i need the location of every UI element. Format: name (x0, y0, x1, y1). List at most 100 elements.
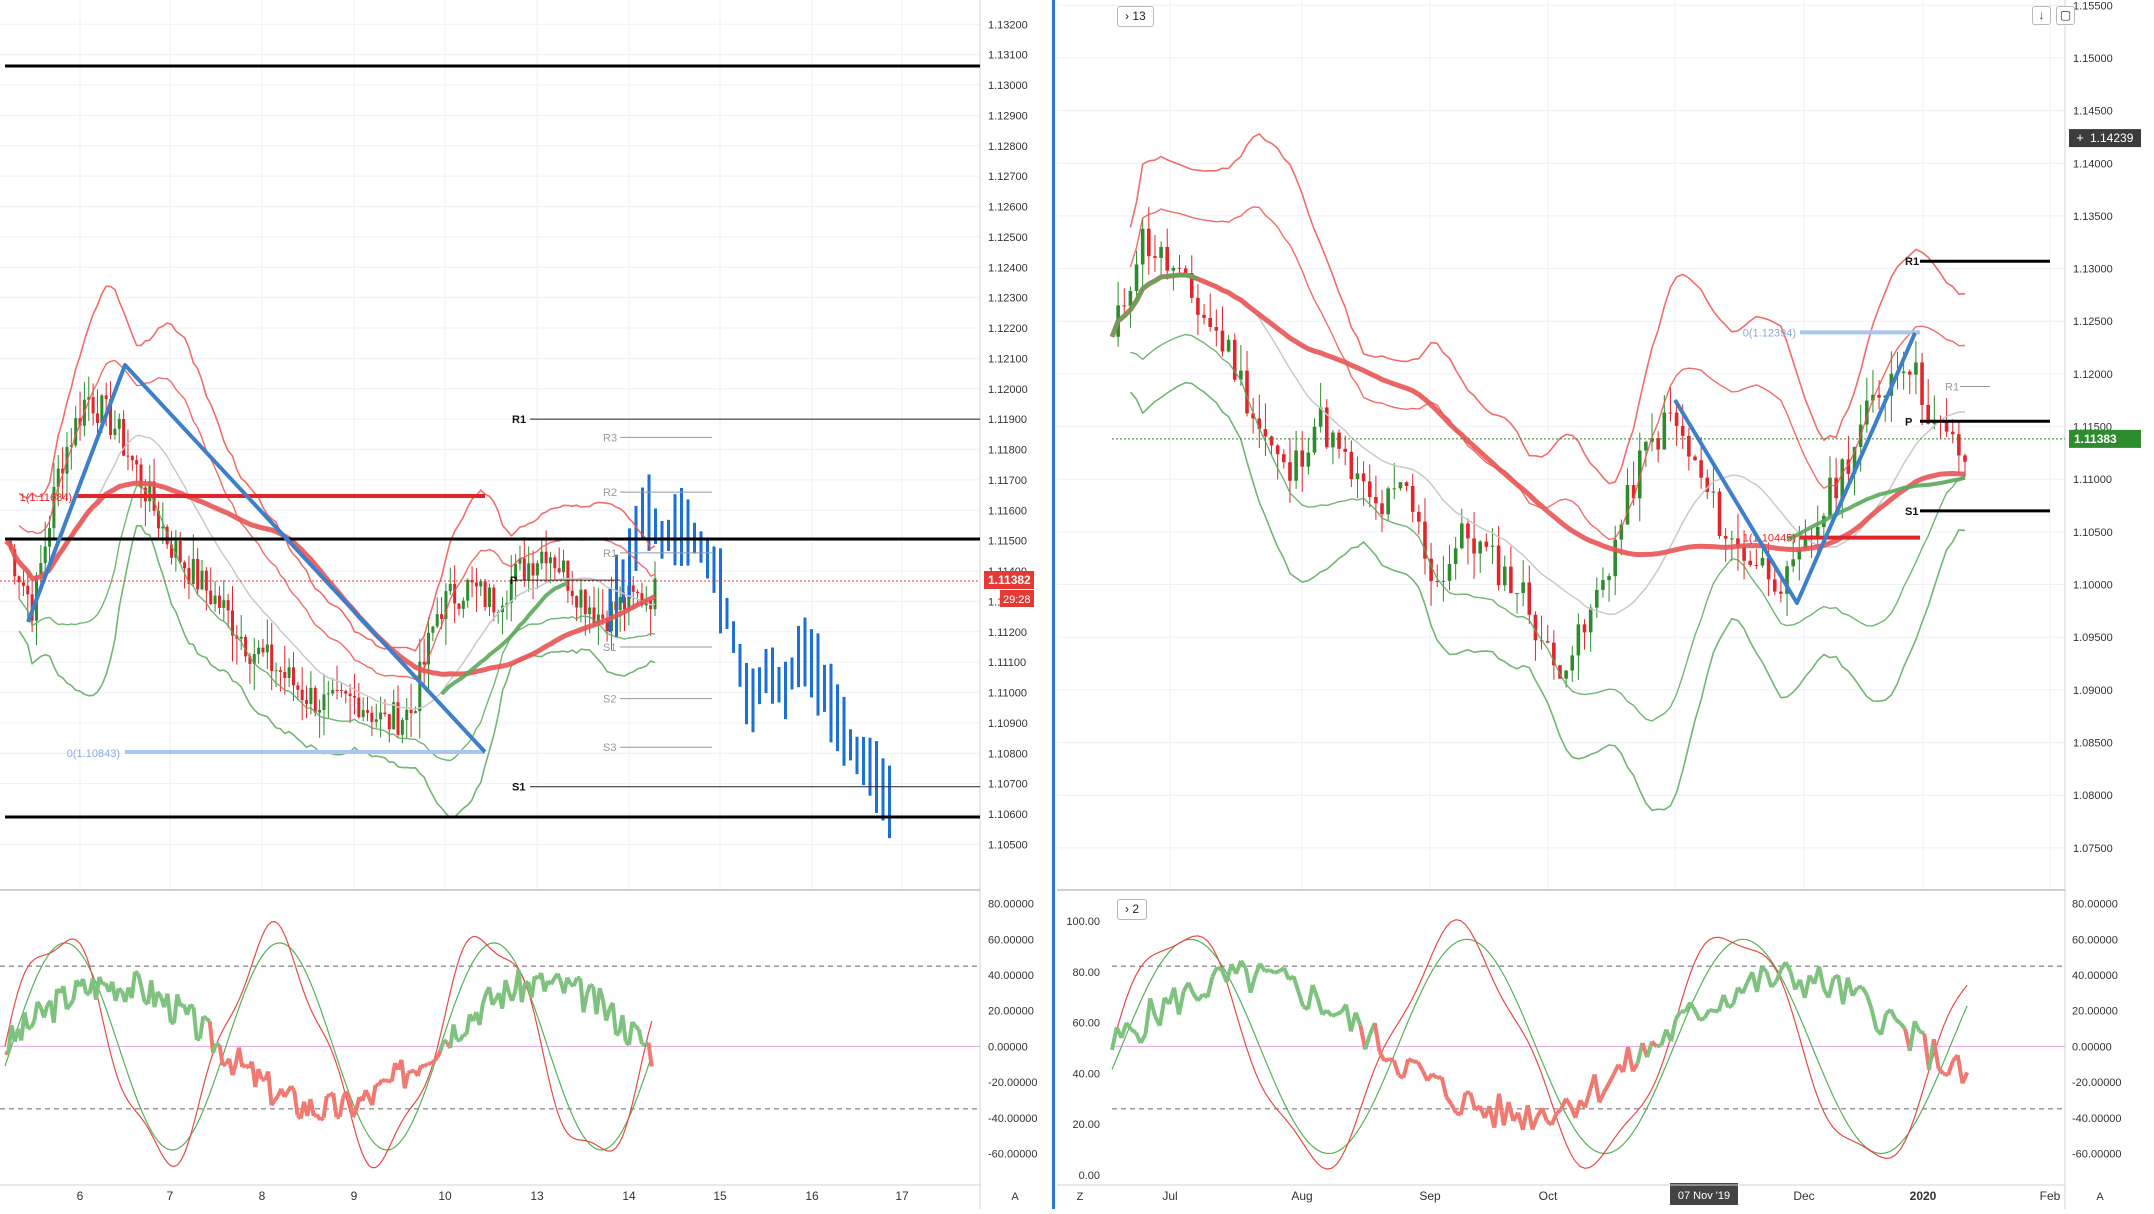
candle-body (1791, 559, 1795, 566)
pivot-label: S1 (512, 782, 525, 794)
osc-smooth-segment (1274, 971, 1279, 973)
osc-smooth-segment (1604, 1083, 1609, 1092)
candle-body (488, 588, 491, 607)
price-tick-label: 1.12200 (988, 323, 1028, 335)
osc-smooth-segment (70, 1000, 73, 1005)
candle-body (357, 698, 360, 717)
osc-smooth-segment (44, 1005, 47, 1017)
osc-smooth-segment (1542, 1108, 1547, 1121)
osc-smooth-segment (190, 1005, 193, 1007)
candle-body (536, 563, 539, 575)
osc-smooth-segment (424, 1064, 427, 1067)
oscillator-indicators-toggle[interactable]: › 2 (1117, 899, 1147, 920)
candle-body (1577, 624, 1581, 655)
candle-body (1276, 445, 1280, 454)
indicators-toggle[interactable]: › 13 (1117, 6, 1154, 27)
osc-smooth-segment (642, 1044, 645, 1045)
candle-body (1957, 434, 1961, 455)
price-tick-label: 1.12800 (988, 141, 1028, 153)
pane-divider[interactable] (1052, 0, 1055, 1209)
candle-body (466, 580, 469, 601)
osc-smooth-segment (558, 974, 561, 981)
osc-tick-label: -20.00000 (988, 1077, 1038, 1089)
osc-smooth-segment (333, 1093, 336, 1117)
price-tick-label: 1.10500 (2073, 527, 2113, 539)
candle-body (1595, 590, 1599, 608)
candle-body (1755, 565, 1759, 566)
candle-body (218, 596, 221, 608)
candle-body (1405, 482, 1409, 486)
osc-smooth-segment (1241, 961, 1246, 969)
pivot-label: S1 (1905, 506, 1918, 518)
candle-body (1902, 372, 1906, 373)
osc-smooth-segment (493, 1000, 496, 1005)
candle-body (327, 693, 330, 694)
pivot-label: R1 (512, 414, 526, 426)
candle-body (322, 694, 325, 710)
osc-smooth-segment (64, 986, 67, 1009)
osc-tick-label: -40.00000 (2072, 1113, 2122, 1125)
candle-body (475, 583, 478, 587)
osc-smooth-segment (28, 1028, 31, 1029)
candle-body (401, 720, 404, 735)
price-tick-label: 1.12900 (988, 110, 1028, 122)
osc-smooth-segment (1298, 991, 1303, 1006)
osc-smooth-segment (1337, 1012, 1342, 1014)
osc-smooth-segment (1394, 1060, 1399, 1075)
osc-smooth-segment (623, 1015, 626, 1042)
osc-smooth-segment (1695, 1010, 1700, 1020)
price-tick-label: 1.14500 (2073, 106, 2113, 118)
osc-smooth-segment (203, 1016, 206, 1018)
download-icon[interactable]: ↓ (2032, 6, 2051, 25)
candle-body (192, 559, 195, 584)
candle-body (336, 690, 339, 691)
candle-body (571, 591, 574, 596)
osc-smooth-segment (1867, 995, 1872, 1009)
maximize-icon[interactable]: ▢ (2056, 6, 2075, 25)
current-price-label: 1.11383 (2074, 432, 2117, 446)
osc-smooth-segment (294, 1090, 297, 1115)
osc-smooth-segment (1958, 1055, 1963, 1083)
osc-smooth-segment (1150, 998, 1155, 1016)
crosshair-price-label: 1.14239 (2090, 131, 2134, 145)
candle-body (584, 590, 587, 614)
osc-smooth-segment (1743, 982, 1748, 993)
candle-body (423, 662, 426, 665)
candle-body (1644, 442, 1648, 451)
osc-smooth-segment (1375, 1023, 1380, 1051)
candle-body (379, 713, 382, 720)
candles-group (1116, 207, 1966, 688)
candle-body (105, 395, 108, 399)
osc-smooth-segment (483, 993, 486, 1004)
osc-smooth-segment (311, 1099, 314, 1116)
candle-body (22, 582, 25, 586)
osc-smooth-segment (431, 1061, 434, 1063)
osc-tick-label: 20.00000 (988, 1006, 1034, 1018)
candle-body (1748, 561, 1752, 565)
osc-tick-label: 80.00000 (988, 899, 1034, 911)
candle-body (1742, 547, 1746, 561)
osc-tick-label: 60.00000 (988, 934, 1034, 946)
candle-body (1411, 486, 1415, 512)
osc-smooth-segment (1198, 994, 1203, 1000)
osc-smooth-segment (418, 1065, 421, 1075)
price-tick-label: 1.11000 (2073, 474, 2112, 486)
candle-body (1828, 478, 1832, 516)
candle-body (113, 429, 116, 435)
candles-group (9, 377, 657, 744)
candle-body (1515, 593, 1519, 594)
osc-smooth-segment (1853, 988, 1858, 996)
price-tick-label: 1.09000 (2073, 685, 2113, 697)
chart-canvas[interactable]: 1.132001.131001.130001.129001.128001.127… (0, 0, 2154, 1209)
pivot-label: R1 (1905, 256, 1919, 268)
osc-smooth-segment (1599, 1092, 1604, 1102)
candle-body (375, 719, 378, 722)
osc-smooth-segment (142, 988, 145, 1003)
price-tick-label: 1.10600 (988, 809, 1028, 821)
osc-smooth-segment (1704, 1010, 1709, 1018)
osc-smooth-segment (1317, 998, 1322, 1014)
osc-smooth-segment (1265, 970, 1270, 971)
osc-tick-label: -60.00000 (988, 1149, 1038, 1161)
candle-body (1607, 576, 1611, 580)
osc-smooth-segment (1403, 1059, 1408, 1078)
